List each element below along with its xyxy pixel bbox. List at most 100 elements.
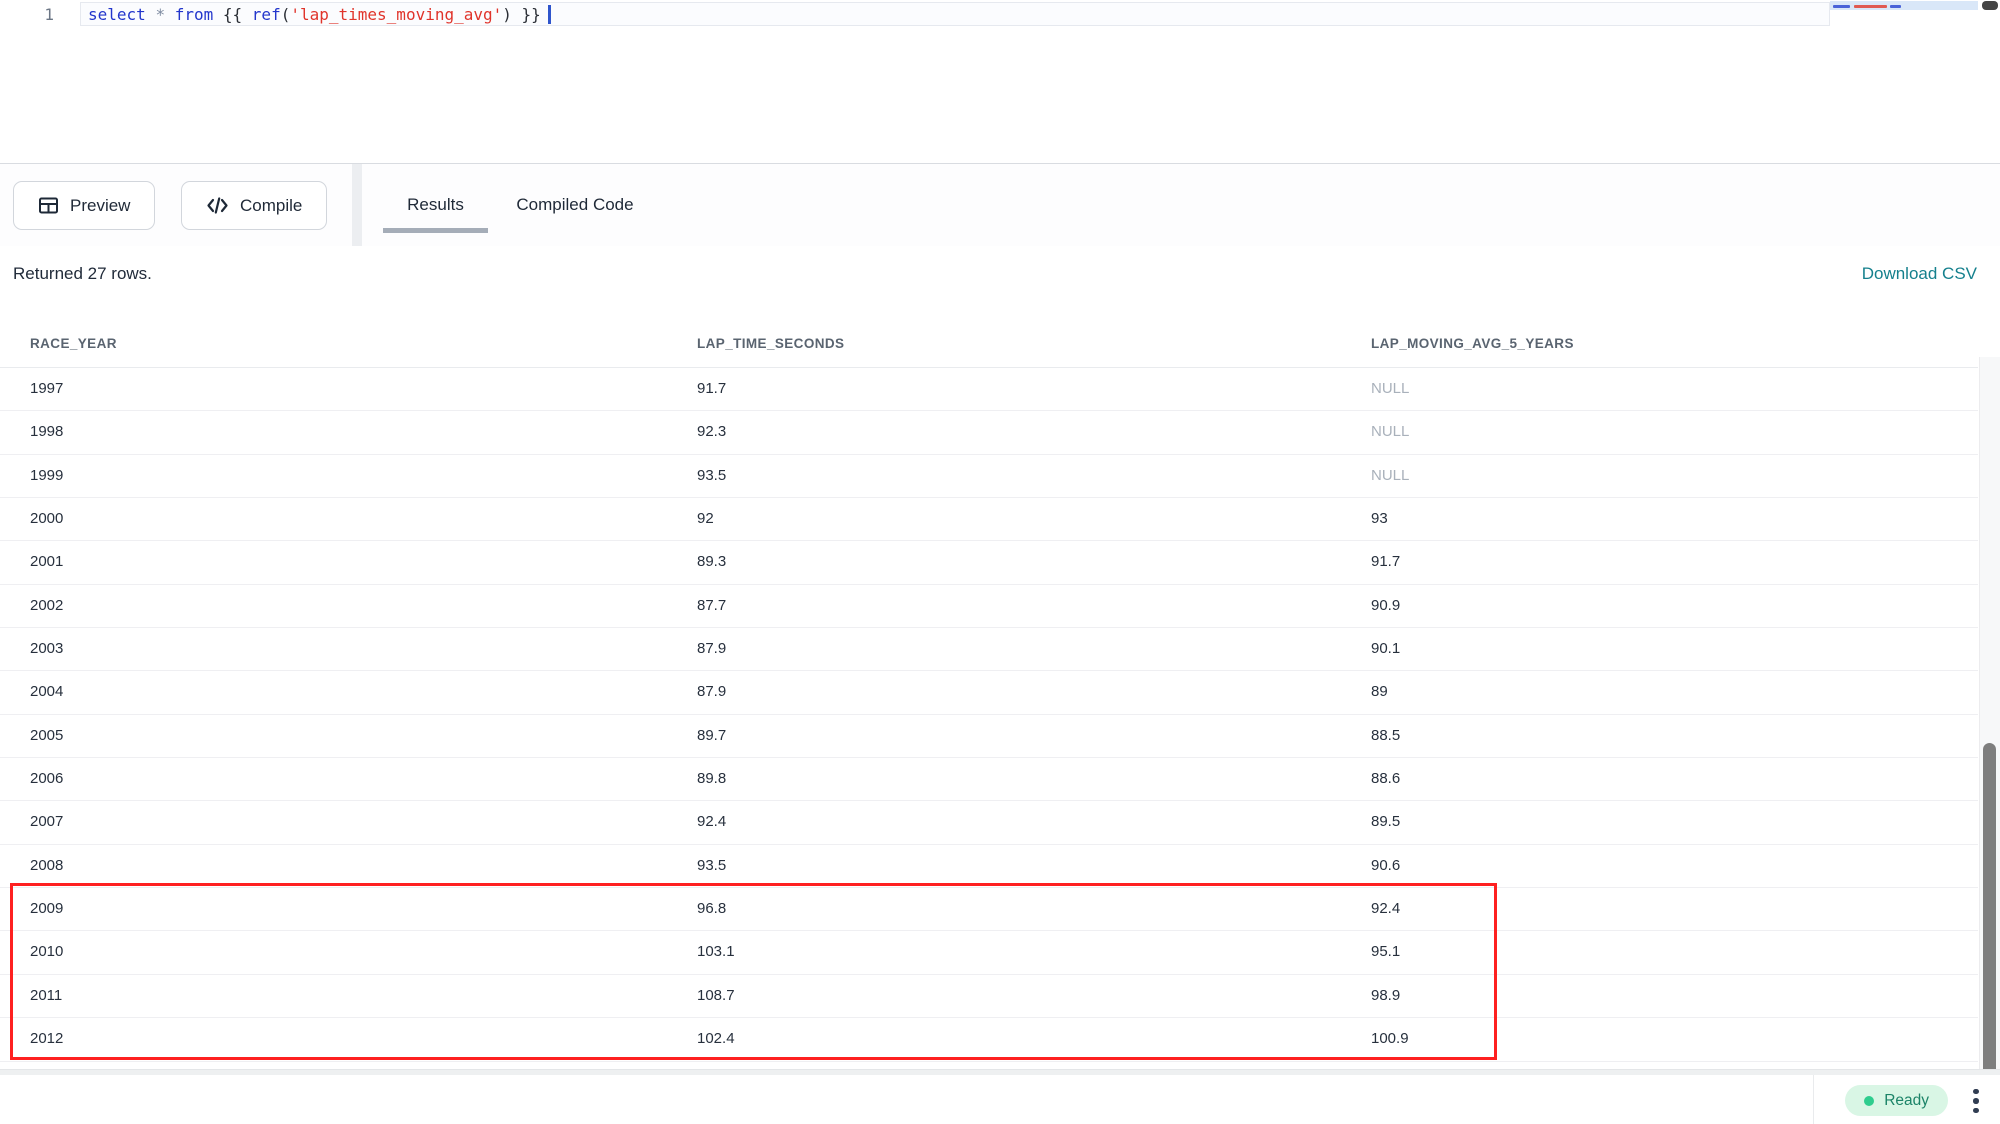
minimap-code-mark	[1890, 5, 1901, 8]
cell-lap-moving-avg: NULL	[1371, 423, 1409, 440]
minimap-code-mark	[1854, 5, 1887, 8]
cell-lap-moving-avg: 89	[1371, 683, 1388, 700]
kebab-menu-button[interactable]	[1969, 1086, 1983, 1116]
editor-code-line[interactable]: select * from {{ ref('lap_times_moving_a…	[88, 4, 551, 25]
returned-rows-text: Returned 27 rows.	[13, 264, 152, 284]
cell-lap-time-seconds: 92	[697, 510, 714, 527]
cell-race-year: 2011	[30, 987, 62, 1004]
column-header-lap-moving-avg: LAP_MOVING_AVG_5_YEARS	[1371, 336, 1574, 351]
cell-race-year: 2009	[30, 900, 63, 917]
cell-lap-moving-avg: 100.9	[1371, 1030, 1409, 1047]
cell-lap-time-seconds: 87.9	[697, 640, 726, 657]
cell-race-year: 2006	[30, 770, 63, 787]
tab-results[interactable]: Results	[383, 164, 488, 246]
cell-lap-moving-avg: 90.9	[1371, 597, 1400, 614]
table-row: 1997 91.7 NULL	[0, 368, 1978, 411]
results-scrollbar-track[interactable]	[1979, 357, 2000, 1073]
cell-lap-time-seconds: 87.7	[697, 597, 726, 614]
cell-lap-moving-avg: 92.4	[1371, 900, 1400, 917]
minimap-active-line	[1830, 1, 1978, 10]
cell-lap-time-seconds: 89.8	[697, 770, 726, 787]
cell-lap-moving-avg: 90.6	[1371, 857, 1400, 874]
cell-lap-moving-avg: 90.1	[1371, 640, 1400, 657]
toolbar-separator	[352, 164, 362, 246]
cell-lap-moving-avg: 98.9	[1371, 987, 1400, 1004]
table-row: 2011 108.7 98.9	[0, 975, 1978, 1018]
table-row: 2004 87.9 89	[0, 671, 1978, 714]
cell-lap-time-seconds: 91.7	[697, 380, 726, 397]
minimap-code-mark	[1833, 5, 1850, 8]
kebab-dot-icon	[1973, 1089, 1979, 1095]
cell-lap-moving-avg: 91.7	[1371, 553, 1400, 570]
download-csv-link[interactable]: Download CSV	[1862, 264, 1977, 284]
cell-lap-time-seconds: 89.7	[697, 727, 726, 744]
table-row: 2006 89.8 88.6	[0, 758, 1978, 801]
cell-lap-time-seconds: 93.5	[697, 467, 726, 484]
dbt-ide-screen: 1 select * from {{ ref('lap_times_moving…	[0, 0, 2000, 1124]
sql-editor[interactable]: 1 select * from {{ ref('lap_times_moving…	[0, 0, 2000, 164]
cell-race-year: 1998	[30, 423, 63, 440]
table-row: 2010 103.1 95.1	[0, 931, 1978, 974]
cell-lap-moving-avg: NULL	[1371, 467, 1409, 484]
kebab-dot-icon	[1973, 1108, 1979, 1114]
editor-line-number: 1	[28, 5, 54, 24]
cell-race-year: 2007	[30, 813, 63, 830]
cell-race-year: 2008	[30, 857, 63, 874]
cell-lap-time-seconds: 89.3	[697, 553, 726, 570]
code-brackets-icon	[206, 196, 229, 215]
column-header-lap-time-seconds: LAP_TIME_SECONDS	[697, 336, 844, 351]
cell-lap-time-seconds: 108.7	[697, 987, 735, 1004]
code-tokens: select * from {{ ref('lap_times_moving_a…	[88, 5, 541, 24]
table-row: 1999 93.5 NULL	[0, 455, 1978, 498]
compile-button[interactable]: Compile	[181, 181, 327, 230]
cell-race-year: 2005	[30, 727, 63, 744]
green-status-dot-icon	[1864, 1096, 1874, 1106]
cell-race-year: 2004	[30, 683, 63, 700]
cell-lap-time-seconds: 102.4	[697, 1030, 735, 1047]
cell-race-year: 2001	[30, 553, 63, 570]
table-row: 2005 89.7 88.5	[0, 715, 1978, 758]
kebab-dot-icon	[1973, 1098, 1979, 1104]
cell-lap-moving-avg: 88.6	[1371, 770, 1400, 787]
results-toolbar: Preview Compile Results Compiled Code	[0, 164, 2000, 246]
column-header-race-year: RACE_YEAR	[30, 336, 117, 351]
cell-race-year: 2003	[30, 640, 63, 657]
ready-status-badge[interactable]: Ready	[1845, 1085, 1948, 1116]
editor-minimap[interactable]	[1830, 0, 1978, 160]
cell-race-year: 2002	[30, 597, 63, 614]
text-cursor	[548, 5, 551, 24]
cell-lap-time-seconds: 96.8	[697, 900, 726, 917]
cell-race-year: 2012	[30, 1030, 63, 1047]
table-row: 2003 87.9 90.1	[0, 628, 1978, 671]
table-row: 2008 93.5 90.6	[0, 845, 1978, 888]
active-tab-underline	[383, 228, 488, 233]
table-row: 2009 96.8 92.4	[0, 888, 1978, 931]
cell-lap-time-seconds: 87.9	[697, 683, 726, 700]
ready-status-label: Ready	[1884, 1092, 1929, 1110]
editor-scrollbar-thumb[interactable]	[1982, 1, 1998, 10]
tab-compiled-code[interactable]: Compiled Code	[505, 164, 645, 246]
cell-race-year: 2000	[30, 510, 63, 527]
cell-lap-moving-avg: NULL	[1371, 380, 1409, 397]
status-bar: Ready	[0, 1075, 2000, 1124]
cell-race-year: 2010	[30, 943, 63, 960]
results-scrollbar-thumb[interactable]	[1983, 743, 1996, 1124]
table-row: 2000 92 93	[0, 498, 1978, 541]
table-row: 2007 92.4 89.5	[0, 801, 1978, 844]
table-row: 2002 87.7 90.9	[0, 585, 1978, 628]
cell-lap-moving-avg: 93	[1371, 510, 1388, 527]
preview-button[interactable]: Preview	[13, 181, 155, 230]
cell-lap-moving-avg: 95.1	[1371, 943, 1400, 960]
compile-button-label: Compile	[240, 196, 302, 216]
table-body: 1997 91.7 NULL 1998 92.3 NULL 1999 93.5 …	[0, 368, 1978, 1062]
cell-lap-time-seconds: 103.1	[697, 943, 735, 960]
cell-race-year: 1999	[30, 467, 63, 484]
cell-lap-time-seconds: 93.5	[697, 857, 726, 874]
cell-lap-time-seconds: 92.3	[697, 423, 726, 440]
preview-button-label: Preview	[70, 196, 130, 216]
cell-lap-moving-avg: 89.5	[1371, 813, 1400, 830]
table-row: 1998 92.3 NULL	[0, 411, 1978, 454]
results-table-header: RACE_YEAR LAP_TIME_SECONDS LAP_MOVING_AV…	[0, 322, 1978, 368]
table-row: 2012 102.4 100.9	[0, 1018, 1978, 1061]
table-row: 2001 89.3 91.7	[0, 541, 1978, 584]
